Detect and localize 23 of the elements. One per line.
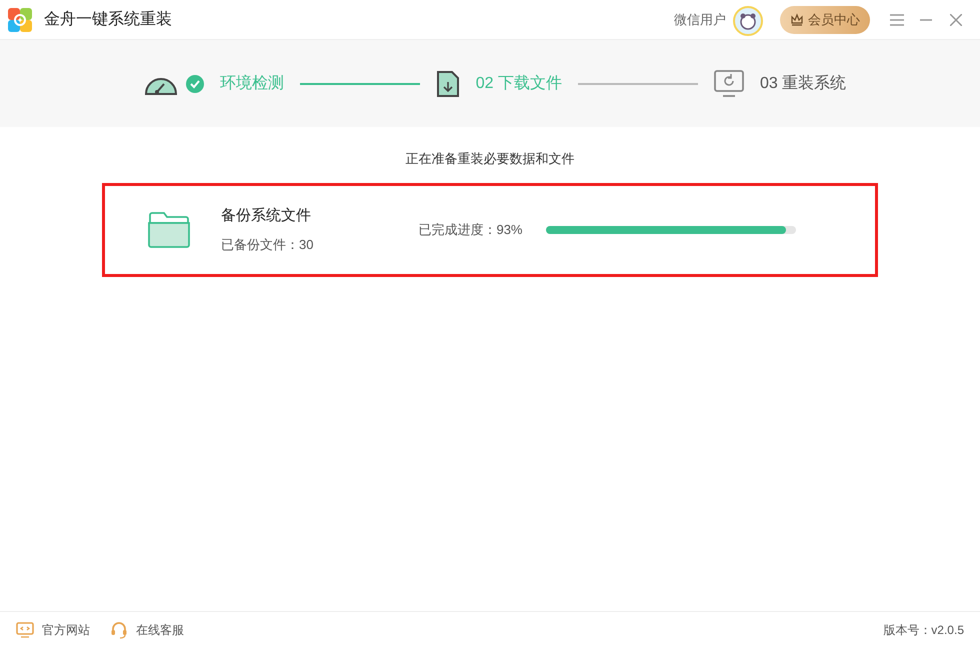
- progress-label: 已完成进度：93%: [418, 220, 524, 239]
- footer-link[interactable]: 官方网站: [42, 621, 90, 639]
- step-label: 03 重装系统: [760, 74, 846, 94]
- footer-link[interactable]: 在线客服: [136, 621, 184, 639]
- status-message: 正在准备重装必要数据和文件: [406, 150, 574, 168]
- app-logo-icon: [8, 8, 32, 32]
- crown-icon: [790, 12, 804, 26]
- version-label: 版本号：v2.0.5: [883, 622, 964, 639]
- task-detail: 已备份文件：30: [221, 236, 314, 254]
- step-label: 环境检测: [220, 74, 284, 94]
- menu-icon[interactable]: [890, 14, 904, 26]
- user-name: 微信用户: [674, 10, 726, 29]
- window-title: 金舟一键系统重装: [44, 10, 172, 30]
- monitor-icon: [16, 622, 34, 638]
- step-label: 02 下载文件: [476, 74, 562, 94]
- headset-icon: [110, 621, 128, 639]
- folder-icon: [148, 210, 190, 248]
- member-center-button[interactable]: 会员中心: [780, 6, 870, 34]
- task-title: 备份系统文件: [221, 206, 312, 226]
- avatar-icon[interactable]: [732, 4, 764, 36]
- monitor-refresh-icon: [714, 70, 744, 98]
- close-icon[interactable]: [950, 14, 962, 26]
- document-download-icon: [436, 70, 460, 98]
